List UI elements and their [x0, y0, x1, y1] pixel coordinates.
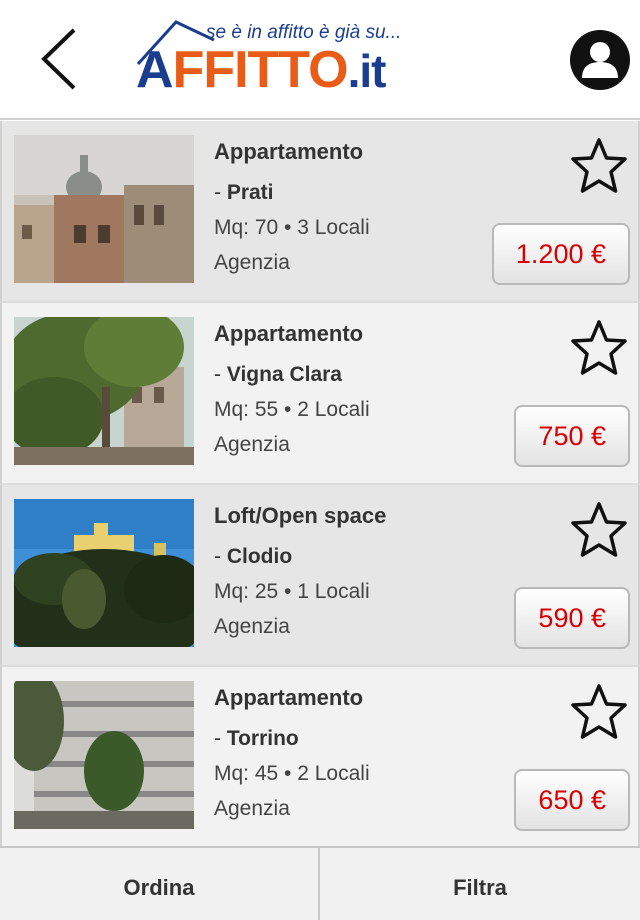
listing-photo: [14, 317, 194, 465]
logo-brand-a: A: [136, 41, 174, 99]
bottom-toolbar: Ordina Filtra: [0, 846, 640, 920]
star-outline-icon: [571, 684, 627, 739]
logo-brand-main: FFITTO: [172, 41, 349, 99]
favorite-button[interactable]: [568, 137, 630, 195]
listing-item[interactable]: Loft/Open space - Clodio Mq: 25 • 1 Loca…: [0, 485, 640, 667]
listing-zone-prefix: -: [214, 363, 227, 386]
listing-photo: [14, 681, 194, 829]
listing-title: Appartamento: [214, 321, 364, 346]
listing-title: Appartamento: [214, 139, 364, 164]
listing-zone: - Vigna Clara: [214, 363, 342, 387]
listing-photo: [14, 135, 194, 283]
app-logo: se è in affitto è già su... AFFITTO.it: [136, 18, 506, 101]
listing-zone-prefix: -: [214, 727, 227, 750]
listing-agency: Agenzia: [214, 615, 290, 638]
listing-zone-prefix: -: [214, 545, 227, 568]
price-button[interactable]: 650 €: [514, 769, 630, 831]
star-outline-icon: [571, 320, 627, 375]
listing-title: Appartamento: [214, 685, 364, 710]
listing-agency: Agenzia: [214, 797, 290, 820]
logo-brand: AFFITTO.it: [136, 40, 387, 101]
back-button[interactable]: [36, 26, 84, 92]
header: se è in affitto è già su... AFFITTO.it: [0, 0, 640, 120]
listing-zone: - Clodio: [214, 545, 292, 569]
favorite-button[interactable]: [568, 501, 630, 559]
price-button[interactable]: 590 €: [514, 587, 630, 649]
listing-item[interactable]: Appartamento - Prati Mq: 70 • 3 Locali A…: [0, 121, 640, 303]
filter-button[interactable]: Filtra: [320, 848, 640, 920]
listing-zone-name: Vigna Clara: [226, 363, 342, 386]
listing-specs: Mq: 45 • 2 Locali: [214, 762, 370, 785]
listing-zone-name: Clodio: [226, 545, 293, 568]
logo-brand-tld: .it: [347, 45, 387, 97]
listing-zone: - Torrino: [214, 727, 299, 751]
favorite-button[interactable]: [568, 683, 630, 741]
listing-specs: Mq: 25 • 1 Locali: [214, 580, 370, 603]
star-outline-icon: [571, 502, 627, 557]
star-outline-icon: [571, 138, 627, 193]
listing-zone-name: Torrino: [226, 727, 299, 750]
listing-item[interactable]: Appartamento - Vigna Clara Mq: 55 • 2 Lo…: [0, 303, 640, 485]
listing-photo: [14, 499, 194, 647]
user-icon: [582, 42, 618, 78]
listing-zone-name: Prati: [226, 181, 274, 204]
listing-zone: - Prati: [214, 181, 274, 205]
listing-specs: Mq: 55 • 2 Locali: [214, 398, 370, 421]
chevron-left-icon: [41, 28, 76, 90]
listing-item[interactable]: Appartamento - Torrino Mq: 45 • 2 Locali…: [0, 667, 640, 849]
listing-specs: Mq: 70 • 3 Locali: [214, 216, 370, 239]
listing-list: Appartamento - Prati Mq: 70 • 3 Locali A…: [0, 121, 640, 849]
price-button[interactable]: 1.200 €: [491, 223, 630, 285]
user-account-button[interactable]: [570, 30, 630, 90]
favorite-button[interactable]: [568, 319, 630, 377]
listing-title: Loft/Open space: [214, 503, 387, 528]
price-button[interactable]: 750 €: [514, 405, 630, 467]
listing-agency: Agenzia: [214, 251, 290, 274]
listing-zone-prefix: -: [214, 181, 227, 204]
listing-agency: Agenzia: [214, 433, 290, 456]
sort-button[interactable]: Ordina: [0, 848, 320, 920]
